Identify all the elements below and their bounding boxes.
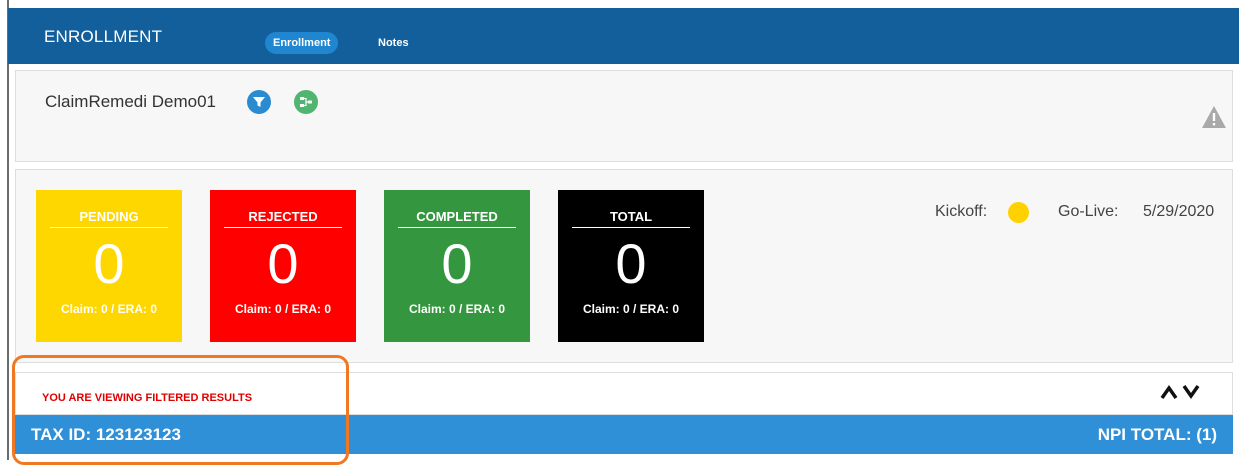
kickoff-status-dot — [1008, 202, 1029, 223]
tax-id-row[interactable]: TAX ID: 123123123 NPI TOTAL: (1) — [15, 415, 1233, 454]
tile-count: 0 — [615, 232, 647, 295]
enrollment-stats-panel: PENDING 0 Claim: 0 / ERA: 0 REJECTED 0 C… — [15, 169, 1233, 363]
chevron-down-glyph — [1182, 384, 1200, 400]
hierarchy-icon-glyph — [300, 97, 312, 107]
tile-count: 0 — [267, 232, 299, 295]
tile-subtext: Claim: 0 / ERA: 0 — [60, 302, 158, 316]
rejected-tile[interactable]: REJECTED 0 Claim: 0 / ERA: 0 — [210, 190, 356, 342]
tile-divider — [224, 227, 342, 228]
filter-results-bar: YOU ARE VIEWING FILTERED RESULTS — [15, 372, 1233, 415]
enrollment-header: ENROLLMENT Enrollment Notes — [8, 8, 1239, 64]
warning-icon[interactable] — [1201, 105, 1227, 134]
warning-icon-glyph — [1202, 106, 1226, 128]
golive-date: 5/29/2020 — [1143, 203, 1215, 220]
tile-subtext: Claim: 0 / ERA: 0 — [408, 302, 506, 316]
filter-icon-glyph — [253, 97, 265, 107]
page-title: ENROLLMENT — [44, 27, 163, 46]
tile-label: PENDING — [79, 209, 139, 224]
golive-label: Go-Live: — [1058, 203, 1119, 220]
npi-total-label: NPI TOTAL: (1) — [1097, 425, 1217, 444]
tax-id-label: TAX ID: 123123123 — [31, 425, 181, 444]
tile-divider — [398, 227, 516, 228]
kickoff-label: Kickoff: — [935, 203, 988, 220]
completed-tile[interactable]: COMPLETED 0 Claim: 0 / ERA: 0 — [384, 190, 530, 342]
chevron-down-icon[interactable] — [1182, 384, 1200, 405]
tab-notes[interactable]: Notes — [374, 32, 413, 54]
window-border — [7, 0, 9, 460]
tile-label: TOTAL — [609, 209, 653, 224]
chevron-up-icon[interactable] — [1160, 384, 1178, 405]
chevron-up-glyph — [1160, 384, 1178, 400]
tile-count: 0 — [441, 232, 473, 295]
tile-divider — [50, 227, 168, 228]
organization-panel: ClaimRemedi Demo01 — [15, 70, 1233, 162]
tile-subtext: Claim: 0 / ERA: 0 — [582, 302, 680, 316]
pending-tile[interactable]: PENDING 0 Claim: 0 / ERA: 0 — [36, 190, 182, 342]
tile-subtext: Claim: 0 / ERA: 0 — [234, 302, 332, 316]
filter-icon[interactable] — [247, 90, 271, 114]
filtered-results-message: YOU ARE VIEWING FILTERED RESULTS — [42, 392, 253, 404]
hierarchy-icon[interactable] — [294, 90, 318, 114]
organization-name: ClaimRemedi Demo01 — [45, 92, 217, 111]
tile-divider — [572, 227, 690, 228]
total-tile[interactable]: TOTAL 0 Claim: 0 / ERA: 0 — [558, 190, 704, 342]
tab-enrollment[interactable]: Enrollment — [265, 32, 339, 54]
tile-label: REJECTED — [248, 209, 318, 224]
tile-label: COMPLETED — [416, 209, 498, 224]
tile-count: 0 — [93, 232, 125, 295]
